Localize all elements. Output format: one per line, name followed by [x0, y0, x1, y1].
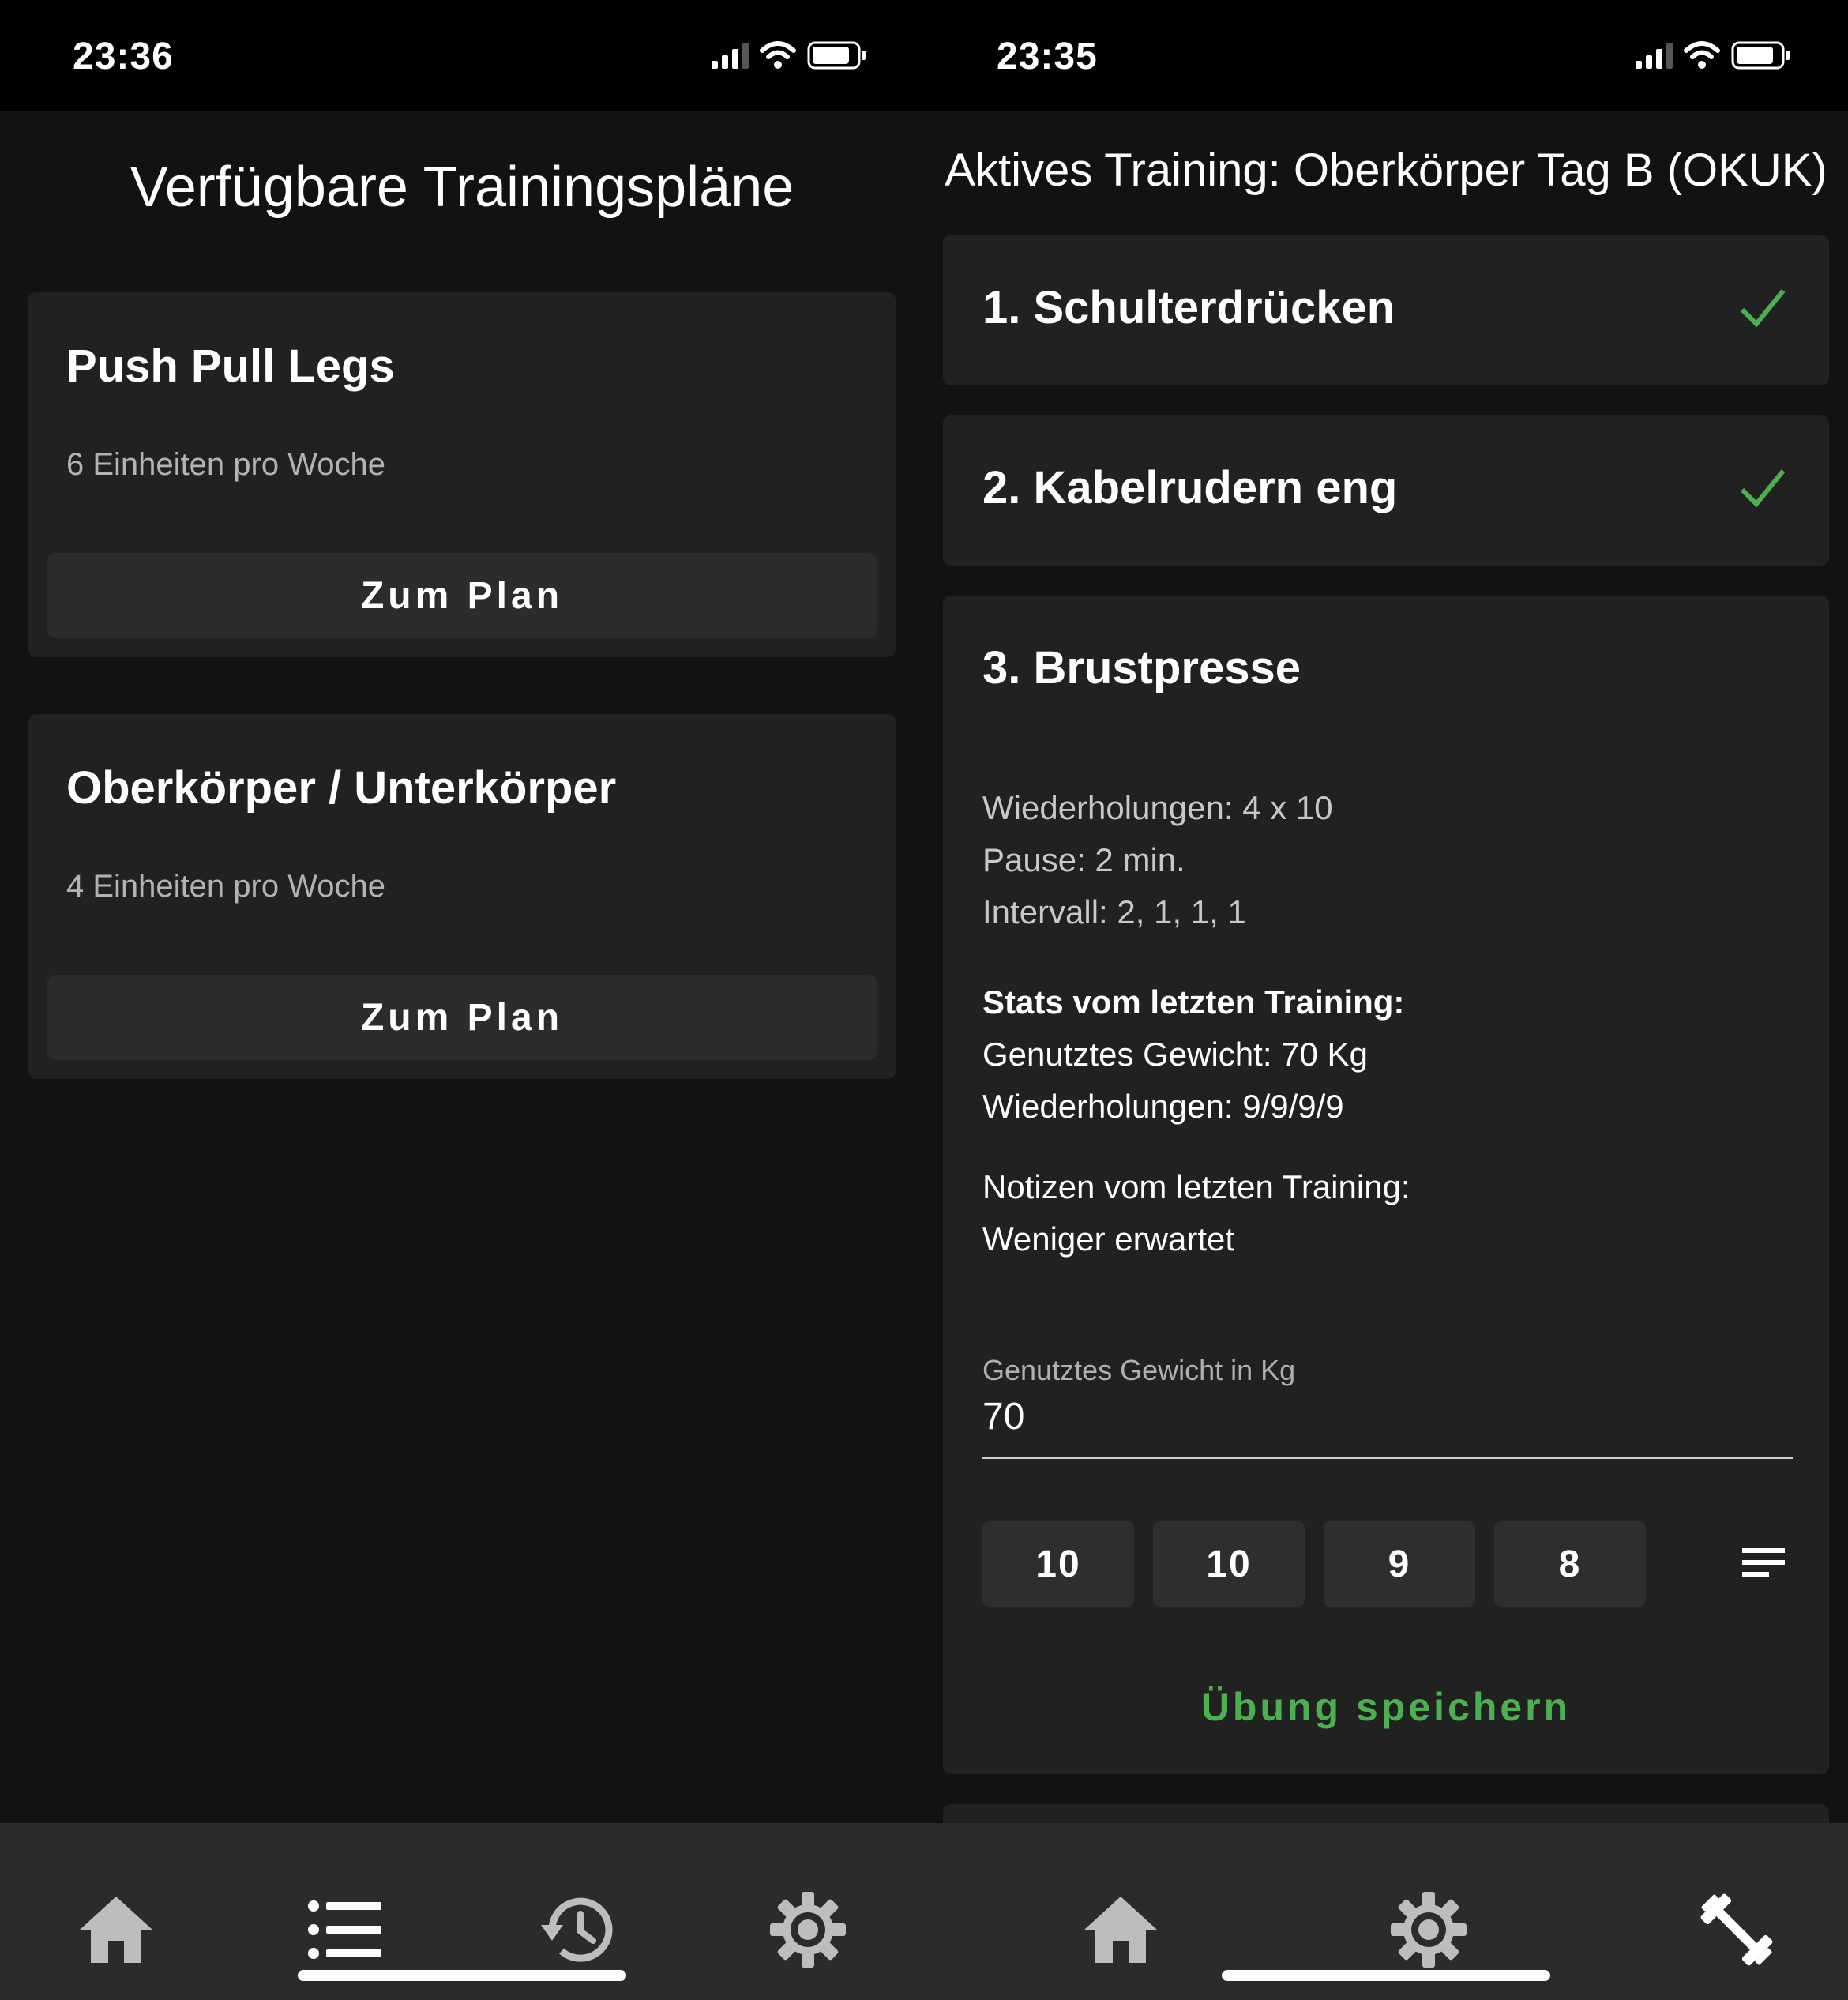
pause-time: Pause: 2 min.: [982, 841, 1185, 878]
bottom-navigation: [0, 1823, 924, 2000]
plan-frequency: 6 Einheiten pro Woche: [66, 447, 385, 482]
status-time: 23:35: [997, 36, 1098, 77]
exercise-title: 2. Kabelrudern eng: [982, 462, 1398, 513]
wifi-icon: [1684, 41, 1720, 69]
exercise-title: 1. Schulterdrücken: [982, 282, 1395, 333]
dumbbell-icon[interactable]: [1693, 1886, 1780, 1973]
rep-count-button[interactable]: 10: [982, 1521, 1134, 1607]
rep-count-button[interactable]: 8: [1494, 1521, 1646, 1607]
stats-weight: Genutztes Gewicht: 70 Kg: [982, 1036, 1368, 1073]
notes-text: Weniger erwartet: [982, 1220, 1235, 1258]
cellular-signal-icon: [1636, 42, 1673, 69]
status-time: 23:36: [73, 36, 174, 77]
plan-frequency: 4 Einheiten pro Woche: [66, 869, 385, 904]
exercise-plan-details: Wiederholungen: 4 x 10 Pause: 2 min. Int…: [982, 782, 1333, 938]
stats-heading: Stats vom letzten Training:: [982, 983, 1405, 1021]
check-icon: [1740, 469, 1786, 508]
last-training-stats: Stats vom letzten Training: Genutztes Ge…: [982, 976, 1404, 1133]
status-bar: 23:35: [924, 0, 1848, 111]
plan-card: Oberkörper / Unterkörper 4 Einheiten pro…: [28, 714, 896, 1079]
exercise-card[interactable]: 2. Kabelrudern eng: [943, 415, 1829, 566]
battery-icon: [1731, 41, 1790, 70]
home-icon[interactable]: [1077, 1886, 1164, 1973]
plan-card: Push Pull Legs 6 Einheiten pro Woche Zum…: [28, 292, 896, 657]
rep-count-button[interactable]: 9: [1324, 1521, 1475, 1607]
weight-field-label: Genutztes Gewicht in Kg: [982, 1354, 1296, 1386]
exercise-card[interactable]: 1. Schulterdrücken: [943, 235, 1829, 385]
notes-heading: Notizen vom letzten Training:: [982, 1168, 1410, 1205]
stats-reps: Wiederholungen: 9/9/9/9: [982, 1088, 1344, 1125]
cellular-signal-icon: [712, 42, 749, 69]
last-training-notes: Notizen vom letzten Training: Weniger er…: [982, 1161, 1410, 1265]
save-exercise-button[interactable]: Übung speichern: [943, 1684, 1829, 1730]
interval: Intervall: 2, 1, 1, 1: [982, 893, 1246, 930]
open-plan-button[interactable]: Zum Plan: [47, 975, 877, 1060]
list-icon[interactable]: [302, 1886, 389, 1973]
open-plan-button[interactable]: Zum Plan: [47, 553, 877, 638]
home-indicator: [1222, 1970, 1550, 1981]
battery-icon: [807, 41, 866, 70]
status-bar: 23:36: [0, 0, 924, 111]
planned-reps: Wiederholungen: 4 x 10: [982, 789, 1333, 826]
home-icon[interactable]: [73, 1886, 160, 1973]
gear-icon[interactable]: [1385, 1886, 1472, 1973]
status-icons: [1636, 41, 1791, 70]
plans-screen: 23:36 Verfügbare Trainingspläne Push Pul…: [0, 0, 924, 2000]
exercise-card-expanded: 3. Brustpresse Wiederholungen: 4 x 10 Pa…: [943, 596, 1829, 1774]
notes-menu-icon[interactable]: [1741, 1543, 1786, 1581]
weight-input[interactable]: 70: [982, 1395, 1024, 1438]
history-icon[interactable]: [532, 1886, 619, 1973]
check-icon: [1740, 289, 1786, 328]
bottom-navigation: [924, 1823, 1848, 2000]
page-title: Verfügbare Trainingspläne: [130, 156, 794, 219]
status-icons: [712, 41, 867, 70]
active-training-screen: 23:35 Aktives Training: Oberkörper Tag B…: [924, 0, 1848, 2000]
page-title: Aktives Training: Oberkörper Tag B (OKUK…: [945, 145, 1827, 196]
gear-icon[interactable]: [764, 1886, 851, 1973]
weight-input-underline: [982, 1457, 1793, 1459]
wifi-icon: [760, 41, 796, 69]
exercise-title: 3. Brustpresse: [982, 642, 1301, 694]
plan-name: Oberkörper / Unterkörper: [66, 762, 617, 814]
plan-name: Push Pull Legs: [66, 340, 395, 392]
home-indicator: [298, 1970, 626, 1981]
rep-count-button[interactable]: 10: [1153, 1521, 1305, 1607]
